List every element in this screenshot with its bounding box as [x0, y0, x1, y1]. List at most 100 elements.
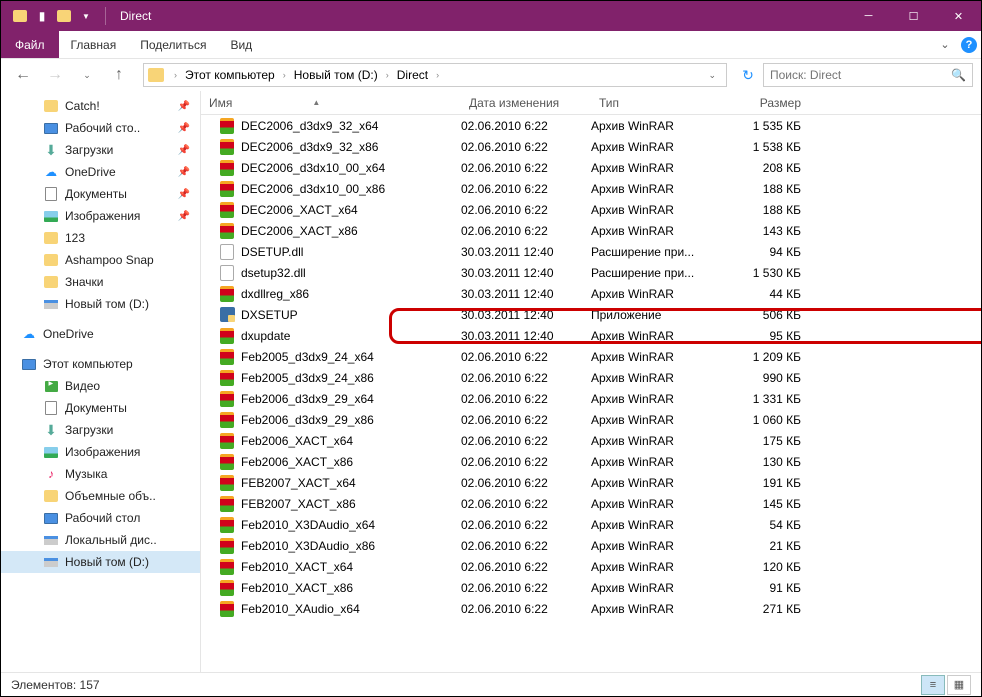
search-icon[interactable]: 🔍 [951, 68, 966, 82]
file-rows[interactable]: DEC2006_d3dx9_32_x64 02.06.2010 6:22 Арх… [201, 115, 981, 672]
sidebar-quick-item[interactable]: Ashampoo Snap [1, 249, 200, 271]
sidebar-quick-item[interactable]: 123 [1, 227, 200, 249]
file-size: 1 530 КБ [721, 266, 821, 280]
file-date: 02.06.2010 6:22 [461, 119, 591, 133]
sidebar-quick-item[interactable]: Новый том (D:) [1, 293, 200, 315]
quick-properties-icon[interactable]: ▮ [33, 7, 51, 25]
file-name: Feb2006_d3dx9_29_x86 [241, 413, 374, 427]
monitor-icon [43, 120, 59, 136]
file-tab[interactable]: Файл [1, 31, 59, 58]
ribbon-expand-icon[interactable]: ⌄ [933, 31, 957, 58]
folder-icon [43, 230, 59, 246]
sidebar-quick-item[interactable]: Catch! 📌 [1, 95, 200, 117]
file-date: 02.06.2010 6:22 [461, 539, 591, 553]
file-row[interactable]: dsetup32.dll 30.03.2011 12:40 Расширение… [201, 262, 981, 283]
column-size[interactable]: Размер [721, 96, 821, 110]
quick-new-folder-icon[interactable] [55, 7, 73, 25]
minimize-button[interactable]: ─ [846, 1, 891, 31]
rar-file-icon [219, 118, 235, 134]
address-dropdown-icon[interactable]: ⌄ [702, 70, 722, 81]
help-button[interactable]: ? [957, 31, 981, 58]
file-row[interactable]: FEB2007_XACT_x64 02.06.2010 6:22 Архив W… [201, 472, 981, 493]
history-dropdown-icon[interactable]: ⌄ [73, 61, 101, 89]
close-button[interactable]: ✕ [936, 1, 981, 31]
tab-share[interactable]: Поделиться [128, 31, 218, 58]
sidebar-item-label: Локальный дис.. [65, 533, 157, 547]
crumb-folder[interactable]: Direct [395, 68, 430, 82]
file-row[interactable]: Feb2005_d3dx9_24_x64 02.06.2010 6:22 Арх… [201, 346, 981, 367]
sidebar-thispc-item[interactable]: Изображения [1, 441, 200, 463]
file-row[interactable]: Feb2006_XACT_x86 02.06.2010 6:22 Архив W… [201, 451, 981, 472]
file-size: 44 КБ [721, 287, 821, 301]
file-date: 02.06.2010 6:22 [461, 413, 591, 427]
file-row[interactable]: Feb2005_d3dx9_24_x86 02.06.2010 6:22 Арх… [201, 367, 981, 388]
file-row[interactable]: Feb2010_XAudio_x64 02.06.2010 6:22 Архив… [201, 598, 981, 619]
file-date: 02.06.2010 6:22 [461, 140, 591, 154]
tab-view[interactable]: Вид [218, 31, 264, 58]
view-details-button[interactable]: ≡ [921, 675, 945, 695]
sidebar-thispc-item[interactable]: Рабочий стол [1, 507, 200, 529]
search-box[interactable]: 🔍 [763, 63, 973, 87]
sidebar-quick-item[interactable]: ☁ OneDrive 📌 [1, 161, 200, 183]
file-row[interactable]: DEC2006_XACT_x64 02.06.2010 6:22 Архив W… [201, 199, 981, 220]
file-row[interactable]: Feb2010_X3DAudio_x86 02.06.2010 6:22 Арх… [201, 535, 981, 556]
chevron-right-icon[interactable]: › [279, 70, 290, 80]
chevron-right-icon[interactable]: › [382, 70, 393, 80]
sidebar-thispc[interactable]: Этот компьютер [1, 353, 200, 375]
sidebar-thispc-item[interactable]: Локальный дис.. [1, 529, 200, 551]
sidebar-thispc-item[interactable]: ♪ Музыка [1, 463, 200, 485]
back-button[interactable]: ← [9, 61, 37, 89]
file-size: 175 КБ [721, 434, 821, 448]
file-row[interactable]: Feb2010_X3DAudio_x64 02.06.2010 6:22 Арх… [201, 514, 981, 535]
file-row[interactable]: FEB2007_XACT_x86 02.06.2010 6:22 Архив W… [201, 493, 981, 514]
ribbon: Файл Главная Поделиться Вид ⌄ ? [1, 31, 981, 59]
crumb-drive[interactable]: Новый том (D:) [292, 68, 380, 82]
file-date: 30.03.2011 12:40 [461, 245, 591, 259]
sidebar-onedrive[interactable]: ☁ OneDrive [1, 323, 200, 345]
column-date[interactable]: Дата изменения [461, 96, 591, 110]
pin-icon: 📌 [178, 211, 190, 222]
file-date: 30.03.2011 12:40 [461, 308, 591, 322]
chevron-right-icon[interactable]: › [432, 70, 443, 80]
file-row[interactable]: Feb2006_XACT_x64 02.06.2010 6:22 Архив W… [201, 430, 981, 451]
file-row[interactable]: DEC2006_d3dx10_00_x86 02.06.2010 6:22 Ар… [201, 178, 981, 199]
address-bar[interactable]: › Этот компьютер › Новый том (D:) › Dire… [143, 63, 727, 87]
file-row[interactable]: Feb2010_XACT_x86 02.06.2010 6:22 Архив W… [201, 577, 981, 598]
sidebar-quick-item[interactable]: Значки [1, 271, 200, 293]
column-headers: Имя▲ Дата изменения Тип Размер [201, 91, 981, 115]
quick-dropdown-icon[interactable]: ▼ [77, 7, 95, 25]
file-row[interactable]: dxupdate 30.03.2011 12:40 Архив WinRAR 9… [201, 325, 981, 346]
file-row[interactable]: DEC2006_d3dx10_00_x64 02.06.2010 6:22 Ар… [201, 157, 981, 178]
sidebar-thispc-item[interactable]: Новый том (D:) [1, 551, 200, 573]
file-row[interactable]: DEC2006_XACT_x86 02.06.2010 6:22 Архив W… [201, 220, 981, 241]
file-row[interactable]: DXSETUP 30.03.2011 12:40 Приложение 506 … [201, 304, 981, 325]
search-input[interactable] [770, 68, 951, 82]
sidebar-thispc-item[interactable]: ⬇ Загрузки [1, 419, 200, 441]
sidebar-quick-item[interactable]: Изображения 📌 [1, 205, 200, 227]
sidebar-quick-item[interactable]: Рабочий сто.. 📌 [1, 117, 200, 139]
tab-home[interactable]: Главная [59, 31, 129, 58]
sidebar-quick-item[interactable]: ⬇ Загрузки 📌 [1, 139, 200, 161]
up-button[interactable]: ↑ [105, 61, 133, 89]
file-row[interactable]: DEC2006_d3dx9_32_x86 02.06.2010 6:22 Арх… [201, 136, 981, 157]
column-name[interactable]: Имя▲ [201, 96, 461, 110]
sidebar-quick-item[interactable]: Документы 📌 [1, 183, 200, 205]
refresh-button[interactable]: ↻ [737, 64, 759, 86]
column-type[interactable]: Тип [591, 96, 721, 110]
file-row[interactable]: dxdllreg_x86 30.03.2011 12:40 Архив WinR… [201, 283, 981, 304]
file-row[interactable]: Feb2010_XACT_x64 02.06.2010 6:22 Архив W… [201, 556, 981, 577]
maximize-button[interactable]: ☐ [891, 1, 936, 31]
forward-button[interactable]: → [41, 61, 69, 89]
crumb-thispc[interactable]: Этот компьютер [183, 68, 277, 82]
sidebar-thispc-item[interactable]: Видео [1, 375, 200, 397]
navigation-pane[interactable]: Catch! 📌 Рабочий сто.. 📌 ⬇ Загрузки 📌 ☁ … [1, 91, 201, 672]
file-row[interactable]: DEC2006_d3dx9_32_x64 02.06.2010 6:22 Арх… [201, 115, 981, 136]
file-row[interactable]: DSETUP.dll 30.03.2011 12:40 Расширение п… [201, 241, 981, 262]
file-row[interactable]: Feb2006_d3dx9_29_x86 02.06.2010 6:22 Арх… [201, 409, 981, 430]
file-row[interactable]: Feb2006_d3dx9_29_x64 02.06.2010 6:22 Арх… [201, 388, 981, 409]
chevron-right-icon[interactable]: › [170, 70, 181, 80]
file-type: Архив WinRAR [591, 602, 721, 616]
sidebar-thispc-item[interactable]: Объемные объ.. [1, 485, 200, 507]
view-icons-button[interactable]: ▦ [947, 675, 971, 695]
sidebar-thispc-item[interactable]: Документы [1, 397, 200, 419]
